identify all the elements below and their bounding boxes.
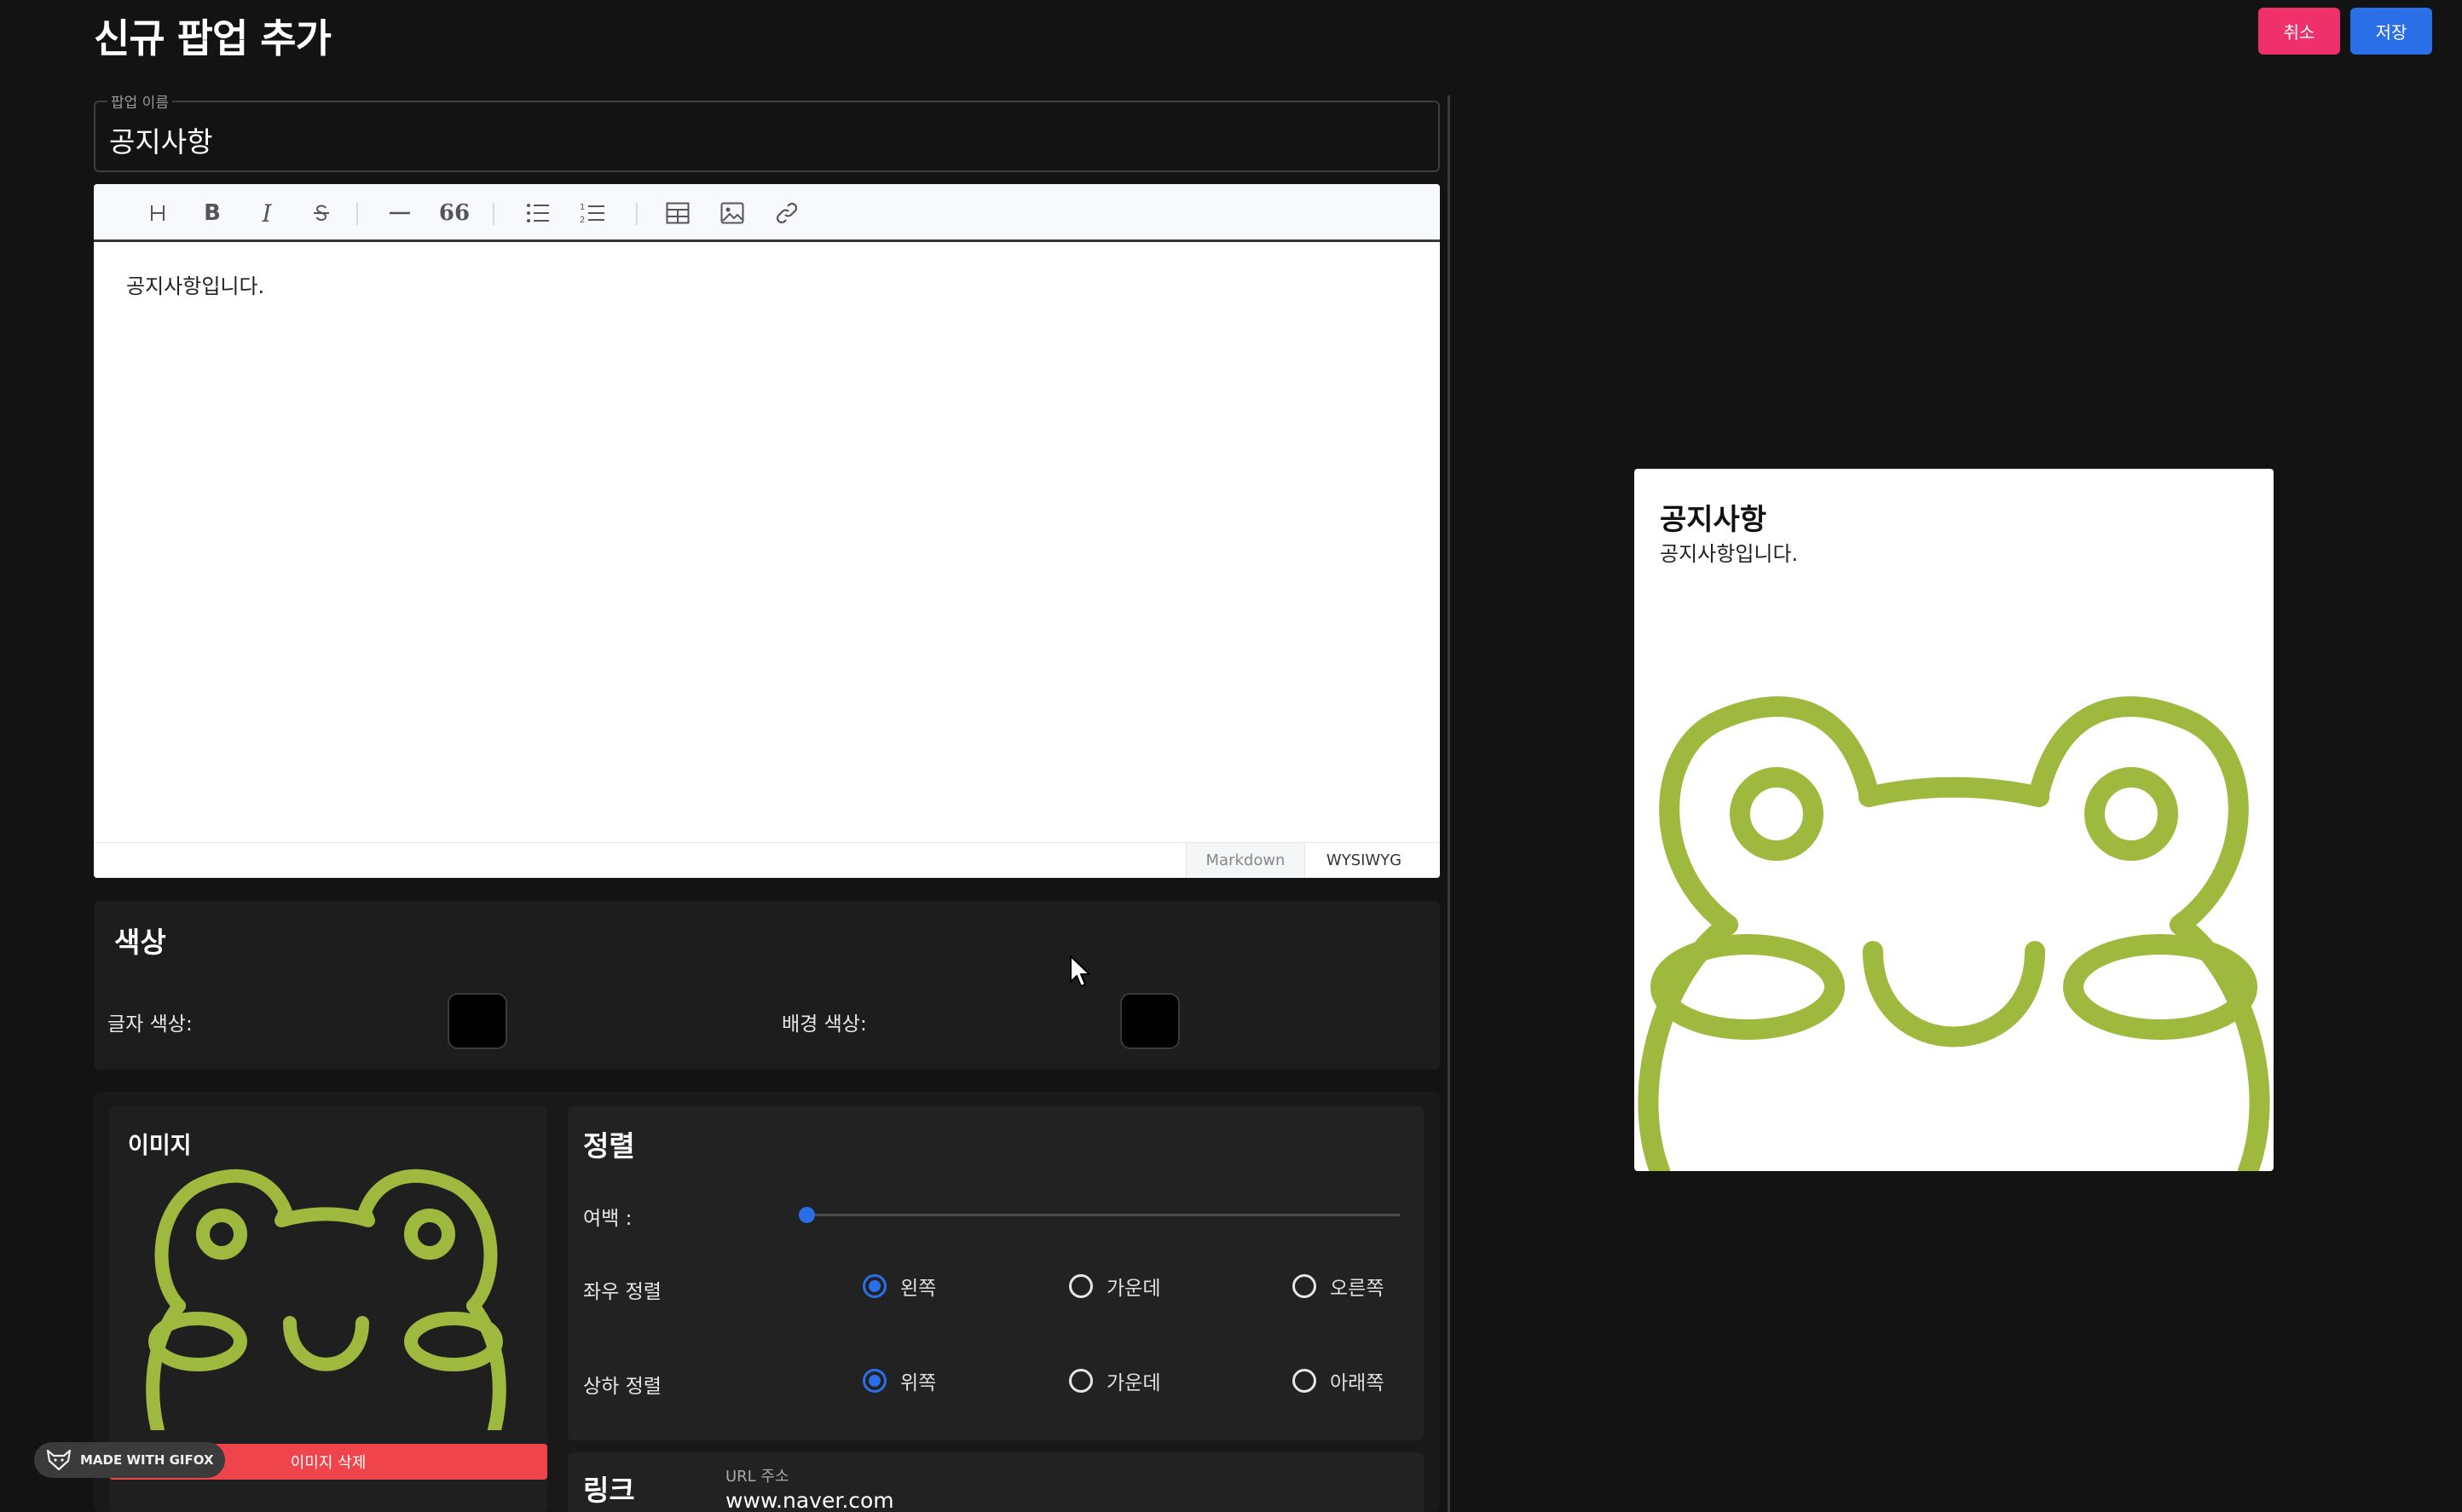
fox-icon [46,1449,72,1471]
radio-right-label: 오른쪽 [1330,1278,1384,1300]
alignment-card: 정렬 여백 : 좌우 정렬 왼쪽 가운데 오른쪽 상하 정렬 위쪽 가운데 아래… [568,1106,1424,1440]
alignment-section-title: 정렬 [583,1129,635,1163]
popup-preview: 공지사항 공지사항입니다. [1634,469,2274,1171]
rich-text-editor[interactable]: B I 66 12 공지사항입니다. Markdown WYSIWYG [94,184,1440,878]
strikethrough-icon[interactable] [305,197,338,229]
radio-top-label: 위쪽 [900,1372,937,1394]
radio-bottom-label: 아래쪽 [1330,1372,1384,1394]
image-icon[interactable] [716,197,748,229]
radio-h-center[interactable] [1069,1274,1093,1298]
toolbar-separator [356,203,358,225]
horizontal-option-left[interactable]: 왼쪽 [863,1272,936,1301]
preview-title: 공지사항 [1660,503,1767,537]
frog-image-thumbnail [146,1169,506,1430]
editor-content[interactable]: 공지사항입니다. [126,269,264,299]
vertical-option-bottom[interactable]: 아래쪽 [1292,1366,1384,1395]
bullet-list-icon[interactable] [522,197,554,229]
table-icon[interactable] [662,197,694,229]
toolbar-separator [493,203,494,225]
link-card: 링크 URL 주소 www.naver.com [568,1452,1424,1512]
vertical-divider [1448,95,1450,1512]
mouse-cursor-icon [1070,955,1090,987]
ordered-list-icon[interactable]: 12 [576,197,609,229]
hr-icon[interactable] [384,197,416,229]
radio-v-center-label: 가운데 [1107,1372,1161,1394]
horizontal-option-right[interactable]: 오른쪽 [1292,1272,1384,1301]
tab-wysiwyg[interactable]: WYSIWYG [1305,843,1423,878]
horizontal-option-center[interactable]: 가운데 [1069,1272,1160,1301]
save-button[interactable]: 저장 [2350,8,2432,55]
heading-icon[interactable] [142,197,174,229]
radio-top[interactable] [863,1369,887,1393]
svg-text:2: 2 [580,216,585,225]
vertical-option-top[interactable]: 위쪽 [863,1366,936,1395]
vertical-option-center[interactable]: 가운데 [1069,1366,1160,1395]
gifox-badge: MADE WITH GIFOX [34,1442,225,1478]
url-label: URL 주소 [725,1468,789,1486]
link-icon[interactable] [771,197,803,229]
margin-label: 여백 : [583,1208,633,1230]
horizontal-align-label: 좌우 정렬 [583,1281,662,1303]
italic-icon[interactable]: I [251,197,283,229]
popup-name-field[interactable]: 팝업 이름 공지사항 [94,90,1440,172]
svg-text:1: 1 [580,203,585,212]
toolbar-separator [636,203,638,225]
quote-icon[interactable]: 66 [438,197,471,229]
margin-slider-thumb[interactable] [799,1207,815,1223]
preview-body: 공지사항입니다. [1660,542,1799,566]
radio-left[interactable] [863,1274,887,1298]
radio-left-label: 왼쪽 [900,1278,937,1300]
bg-color-label: 배경 색상: [782,1013,867,1036]
color-section-title: 색상 [114,926,166,959]
popup-name-value[interactable]: 공지사항 [109,119,212,160]
cancel-button[interactable]: 취소 [2258,8,2340,55]
link-section-title: 링크 [583,1474,635,1507]
editor-mode-bar: Markdown WYSIWYG [94,842,1440,878]
radio-right[interactable] [1292,1274,1316,1298]
vertical-align-label: 상하 정렬 [583,1376,662,1398]
page-title: 신규 팝업 추가 [94,15,332,61]
text-color-swatch[interactable] [448,993,507,1049]
tab-markdown[interactable]: Markdown [1186,843,1305,878]
image-section-title: 이미지 [128,1133,192,1159]
url-input[interactable]: www.naver.com [725,1488,894,1512]
bg-color-swatch[interactable] [1120,993,1180,1049]
badge-text: MADE WITH GIFOX [80,1452,214,1468]
radio-v-center[interactable] [1069,1369,1093,1393]
margin-slider-track[interactable] [806,1214,1400,1216]
popup-name-legend: 팝업 이름 [107,90,172,112]
text-color-label: 글자 색상: [107,1013,193,1036]
radio-h-center-label: 가운데 [1107,1278,1161,1300]
radio-bottom[interactable] [1292,1369,1316,1393]
bold-icon[interactable]: B [196,197,228,229]
editor-toolbar: B I 66 12 [94,184,1440,242]
frog-image-preview [1638,696,2270,1171]
color-panel: 색상 글자 색상: 배경 색상: [94,901,1440,1070]
